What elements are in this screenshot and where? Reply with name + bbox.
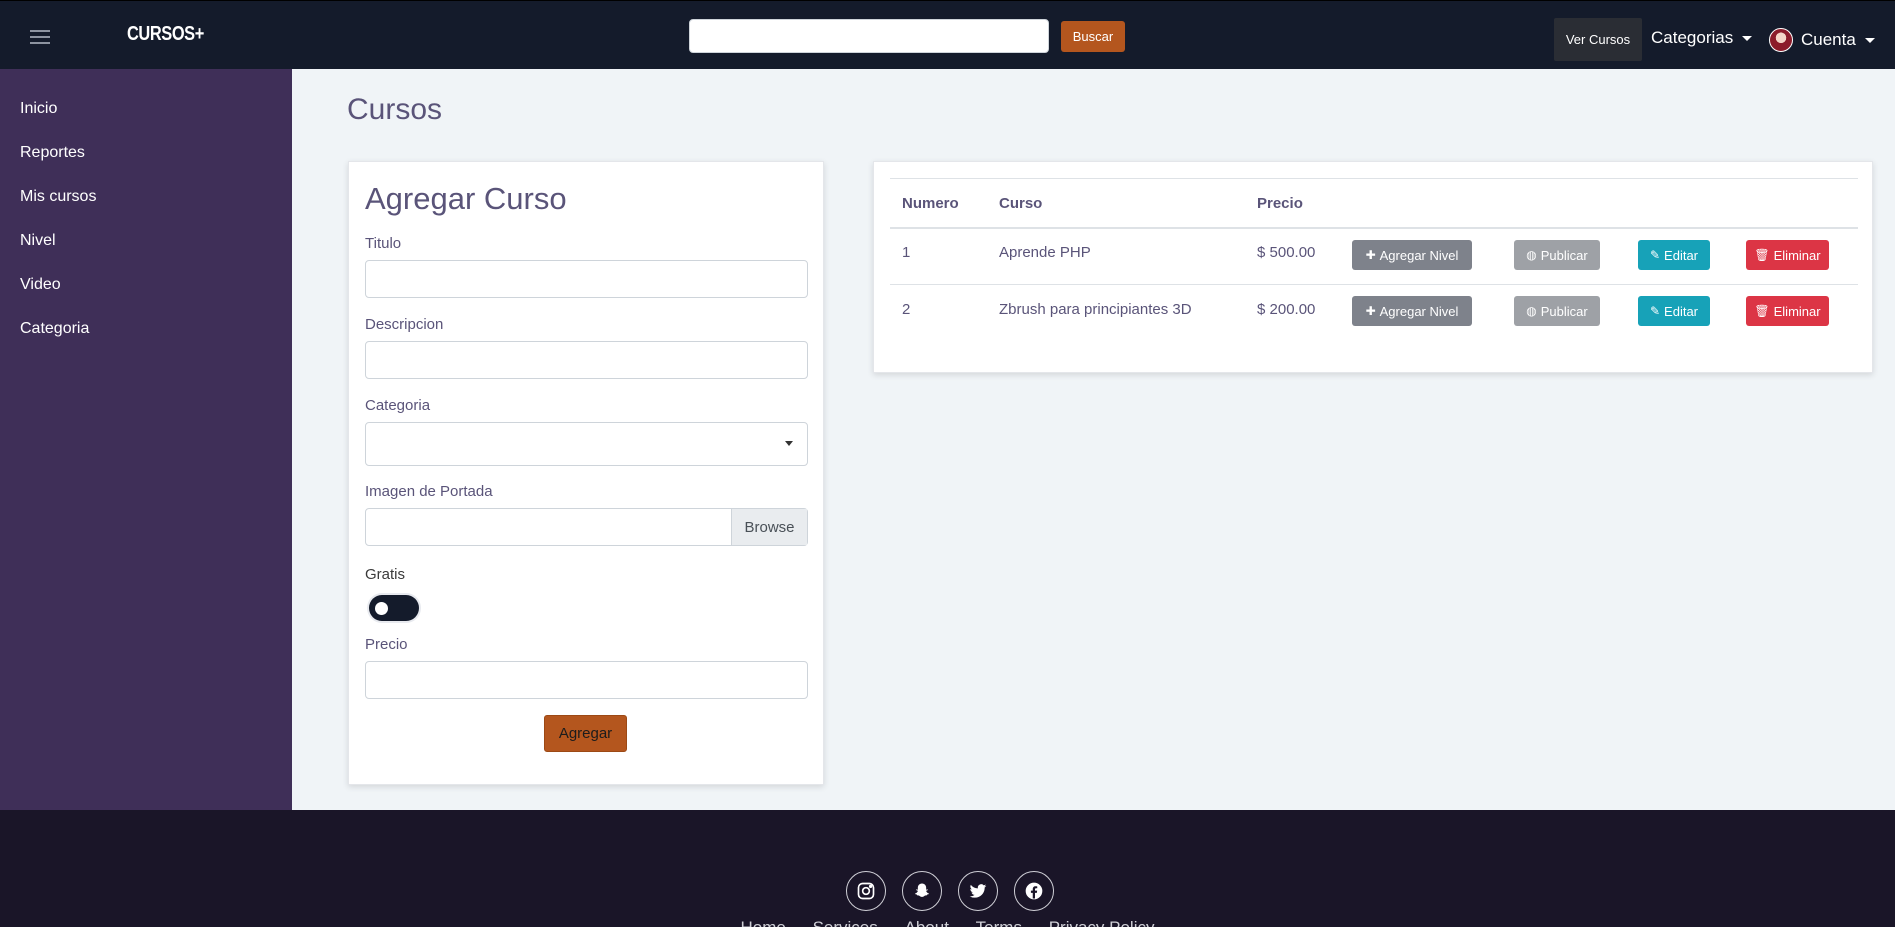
gratis-label: Gratis (365, 566, 406, 583)
header-curso: Curso (999, 195, 1043, 212)
categoria-select[interactable] (365, 422, 808, 466)
courses-table: Numero Curso Precio 1 Aprende PHP $ 500.… (873, 161, 1873, 373)
twitter-icon[interactable] (958, 871, 998, 911)
imagen-label: Imagen de Portada (365, 483, 493, 500)
sidebar-item-categoria[interactable]: Categoria (20, 320, 89, 338)
descripcion-input[interactable] (365, 341, 808, 379)
publicar-label: Publicar (1540, 247, 1588, 263)
trash-icon: 🗑 (1754, 248, 1770, 262)
cell-curso: Aprende PHP (999, 244, 1091, 261)
footer-links: Home Services About Terms Privacy Policy (0, 918, 1895, 927)
eliminar-button[interactable]: 🗑 Eliminar (1746, 240, 1829, 270)
precio-input[interactable] (365, 661, 808, 699)
row-divider (890, 284, 1858, 285)
editar-button[interactable]: ✎ Editar (1638, 240, 1710, 270)
footer-link-terms[interactable]: Terms (976, 918, 1022, 927)
globe-icon: ◍ (1526, 248, 1537, 262)
sidebar-item-reportes[interactable]: Reportes (20, 144, 85, 162)
avatar (1769, 28, 1793, 52)
header-precio: Precio (1257, 195, 1303, 212)
sidebar: Inicio Reportes Mis cursos Nivel Video C… (0, 69, 292, 810)
cell-numero: 2 (902, 301, 911, 318)
toggle-knob (375, 602, 388, 615)
titulo-label: Titulo (365, 235, 402, 252)
snapchat-icon[interactable] (902, 871, 942, 911)
eliminar-button[interactable]: 🗑 Eliminar (1746, 296, 1829, 326)
globe-icon: ◍ (1526, 304, 1537, 318)
categorias-label: Categorias (1651, 28, 1734, 47)
publicar-label: Publicar (1540, 303, 1588, 319)
chevron-down-icon (1742, 35, 1753, 41)
add-course-form: Agregar Curso Titulo Descripcion Categor… (348, 161, 824, 785)
cuenta-dropdown[interactable]: Cuenta (1769, 28, 1875, 52)
chevron-down-icon (1864, 37, 1875, 43)
footer-link-privacy[interactable]: Privacy Policy (1049, 918, 1155, 927)
precio-label: Precio (365, 636, 408, 653)
cell-precio: $ 200.00 (1257, 301, 1316, 318)
browse-button[interactable]: Browse (731, 509, 807, 545)
agregar-nivel-label: Agregar Nivel (1379, 247, 1459, 263)
plus-icon: ✚ (1365, 304, 1376, 318)
page-title: Cursos (347, 93, 443, 126)
pencil-icon: ✎ (1649, 248, 1661, 262)
titulo-input[interactable] (365, 260, 808, 298)
search-input[interactable] (689, 19, 1049, 53)
editar-label: Editar (1664, 247, 1699, 263)
search-button[interactable]: Buscar (1061, 21, 1125, 52)
footer-link-about[interactable]: About (905, 918, 949, 927)
agregar-nivel-label: Agregar Nivel (1379, 303, 1459, 319)
publicar-button[interactable]: ◍ Publicar (1514, 240, 1600, 270)
sidebar-item-nivel[interactable]: Nivel (20, 232, 56, 250)
table-header-divider (890, 227, 1858, 229)
chevron-down-icon (785, 441, 793, 446)
brand-logo[interactable]: CURSOS+ (127, 23, 204, 46)
header-numero: Numero (902, 195, 959, 212)
agregar-nivel-button[interactable]: ✚ Agregar Nivel (1352, 296, 1472, 326)
cuenta-label: Cuenta (1801, 30, 1856, 49)
imagen-file-input[interactable]: Browse (365, 508, 808, 546)
sidebar-item-video[interactable]: Video (20, 276, 61, 294)
footer-link-services[interactable]: Services (813, 918, 878, 927)
hamburger-menu-icon[interactable] (30, 30, 50, 44)
editar-button[interactable]: ✎ Editar (1638, 296, 1710, 326)
table-top-divider (890, 178, 1858, 179)
footer-link-home[interactable]: Home (740, 918, 785, 927)
eliminar-label: Eliminar (1773, 303, 1821, 319)
agregar-button[interactable]: Agregar (544, 715, 627, 752)
eliminar-label: Eliminar (1773, 247, 1821, 263)
categorias-dropdown[interactable]: Categorias (1651, 28, 1753, 48)
sidebar-item-inicio[interactable]: Inicio (20, 100, 57, 118)
trash-icon: 🗑 (1754, 304, 1770, 318)
ver-cursos-link[interactable]: Ver Cursos (1554, 18, 1642, 61)
cell-numero: 1 (902, 244, 911, 261)
form-heading: Agregar Curso (365, 181, 567, 216)
sidebar-item-mis-cursos[interactable]: Mis cursos (20, 188, 96, 206)
cell-precio: $ 500.00 (1257, 244, 1316, 261)
pencil-icon: ✎ (1649, 304, 1661, 318)
gratis-toggle[interactable] (369, 595, 419, 621)
footer: Home Services About Terms Privacy Policy (0, 810, 1895, 927)
editar-label: Editar (1664, 303, 1699, 319)
descripcion-label: Descripcion (365, 316, 444, 333)
publicar-button[interactable]: ◍ Publicar (1514, 296, 1600, 326)
instagram-icon[interactable] (846, 871, 886, 911)
plus-icon: ✚ (1365, 248, 1376, 262)
agregar-nivel-button[interactable]: ✚ Agregar Nivel (1352, 240, 1472, 270)
facebook-icon[interactable] (1014, 871, 1054, 911)
categoria-label: Categoria (365, 397, 431, 414)
cell-curso: Zbrush para principiantes 3D (999, 301, 1192, 318)
top-navbar: CURSOS+ Buscar Ver Cursos Categorias Cue… (0, 0, 1895, 69)
